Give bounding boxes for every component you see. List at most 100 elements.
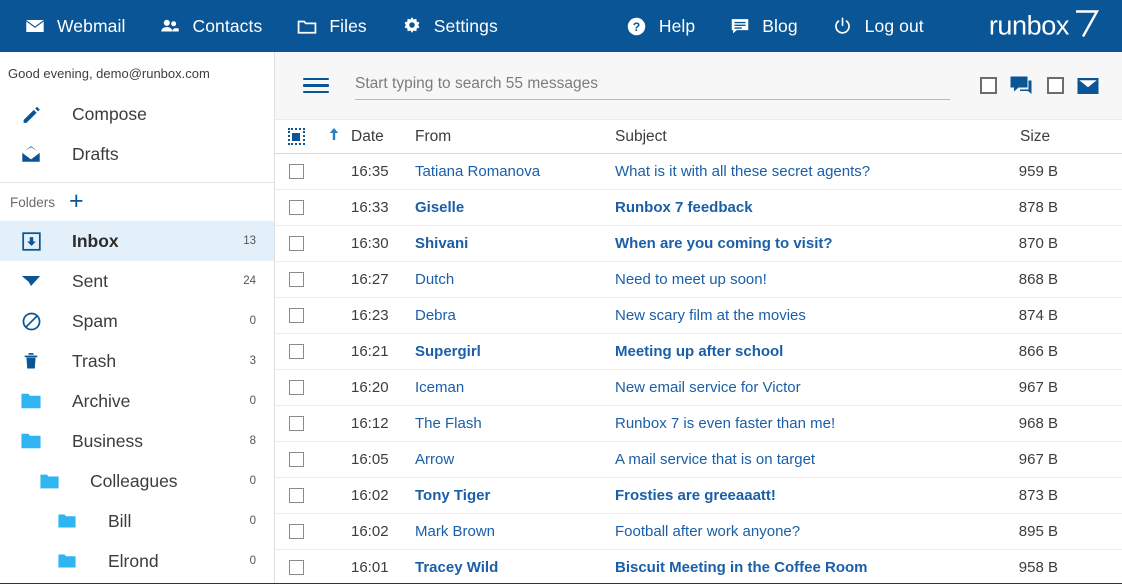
row-subject: Biscuit Meeting in the Coffee Room: [615, 559, 868, 576]
sidebar-item-colleagues[interactable]: Colleagues 0: [0, 461, 274, 501]
search-input[interactable]: [355, 75, 950, 93]
row-checkbox[interactable]: [288, 560, 304, 575]
table-row[interactable]: 16:05 Arrow A mail service that is on ta…: [275, 442, 1122, 478]
help-circle-icon: ?: [626, 15, 648, 37]
column-header-date[interactable]: Date: [351, 128, 415, 146]
nav-item-logout[interactable]: Log out: [832, 15, 924, 37]
table-row[interactable]: 16:21 Supergirl Meeting up after school …: [275, 334, 1122, 370]
row-from: Tracey Wild: [415, 559, 499, 576]
folder-icon: [14, 391, 48, 411]
row-checkbox[interactable]: [288, 416, 304, 431]
nav-item-contacts[interactable]: Contacts: [159, 15, 262, 37]
sidebar-item-compose-label: Compose: [72, 103, 147, 124]
row-checkbox[interactable]: [288, 272, 304, 287]
table-row[interactable]: 16:02 Mark Brown Football after work any…: [275, 514, 1122, 550]
sidebar-item-trash[interactable]: Trash 3: [0, 341, 274, 381]
sidebar-item-drafts-label: Drafts: [72, 143, 119, 164]
folder-icon: [14, 431, 48, 451]
row-checkbox[interactable]: [288, 452, 304, 467]
row-checkbox[interactable]: [288, 200, 304, 215]
sidebar-item-compose[interactable]: Compose: [0, 94, 274, 134]
hamburger-icon[interactable]: [303, 77, 329, 94]
nav-item-files[interactable]: Files: [296, 15, 367, 37]
table-row[interactable]: 16:35 Tatiana Romanova What is it with a…: [275, 154, 1122, 190]
nav-item-help[interactable]: ? Help: [626, 15, 695, 37]
row-checkbox[interactable]: [288, 524, 304, 539]
hamburger-line: [303, 90, 329, 94]
row-checkbox[interactable]: [288, 488, 304, 503]
sidebar-item-inbox[interactable]: Inbox 13: [0, 221, 274, 261]
sidebar-item-elrond[interactable]: Elrond 0: [0, 541, 274, 581]
hamburger-line: [303, 77, 329, 81]
add-folder-button[interactable]: +: [69, 188, 84, 214]
nav-item-webmail[interactable]: Webmail: [24, 15, 125, 37]
runbox-logo[interactable]: runbox: [989, 9, 1100, 44]
select-all-inner: [292, 132, 300, 141]
folder-icon: [50, 552, 84, 570]
table-row[interactable]: 16:23 Debra New scary film at the movies…: [275, 298, 1122, 334]
row-size: 968 B: [1018, 415, 1058, 432]
table-row[interactable]: 16:27 Dutch Need to meet up soon! 868 B: [275, 262, 1122, 298]
row-checkbox[interactable]: [288, 164, 304, 179]
nav-item-webmail-label: Webmail: [57, 15, 126, 36]
row-from: Supergirl: [415, 343, 481, 360]
sidebar-item-business[interactable]: Business 8: [0, 421, 274, 461]
row-time: 16:12: [351, 415, 389, 432]
row-checkbox-cell: [275, 452, 317, 467]
row-checkbox-cell: [275, 236, 317, 251]
unread-filter-checkbox[interactable]: [1047, 77, 1064, 94]
row-checkbox[interactable]: [288, 236, 304, 251]
row-checkbox[interactable]: [288, 308, 304, 323]
conversation-view-checkbox[interactable]: [980, 77, 997, 94]
row-checkbox-cell: [275, 272, 317, 287]
table-row[interactable]: 16:30 Shivani When are you coming to vis…: [275, 226, 1122, 262]
table-row[interactable]: 16:20 Iceman New email service for Victo…: [275, 370, 1122, 406]
secondary-nav-group: ? Help Blog Log out: [626, 15, 958, 37]
sidebar-item-drafts[interactable]: Drafts: [0, 134, 274, 174]
row-size: 873 B: [1018, 487, 1058, 504]
column-header-from[interactable]: From: [415, 128, 615, 146]
nav-item-settings[interactable]: Settings: [401, 15, 498, 37]
table-row[interactable]: 16:01 Tracey Wild Biscuit Meeting in the…: [275, 550, 1122, 583]
sidebar-item-colleagues-label: Colleagues: [90, 470, 178, 491]
row-time: 16:02: [351, 523, 389, 540]
row-time: 16:35: [351, 163, 389, 180]
sidebar-item-trash-count: 3: [249, 355, 256, 367]
sidebar-item-sent[interactable]: Sent 24: [0, 261, 274, 301]
nav-item-blog-label: Blog: [762, 15, 798, 36]
sidebar-item-trash-label: Trash: [72, 350, 117, 371]
row-time: 16:30: [351, 235, 389, 252]
nav-item-blog[interactable]: Blog: [729, 15, 798, 37]
sort-indicator-cell[interactable]: [317, 127, 351, 146]
sidebar-item-elrond-count: 0: [249, 555, 256, 567]
select-all-icon[interactable]: [287, 128, 305, 145]
row-from: Debra: [415, 307, 456, 324]
runbox-webmail-app: Webmail Contacts Files Settings ? Help B…: [0, 0, 1122, 584]
table-row[interactable]: 16:33 Giselle Runbox 7 feedback 878 B: [275, 190, 1122, 226]
table-row[interactable]: 16:12 The Flash Runbox 7 is even faster …: [275, 406, 1122, 442]
sidebar-item-sent-label: Sent: [72, 270, 108, 291]
sidebar-item-bill-count: 0: [249, 515, 256, 527]
column-header-size[interactable]: Size: [1012, 128, 1122, 146]
sidebar-item-bill[interactable]: Bill 0: [0, 501, 274, 541]
row-time: 16:05: [351, 451, 389, 468]
row-size: 895 B: [1018, 523, 1058, 540]
folders-label: Folders: [10, 194, 56, 210]
svg-text:?: ?: [633, 19, 640, 33]
folder-icon: [32, 472, 66, 491]
row-checkbox[interactable]: [288, 380, 304, 395]
row-from: The Flash: [415, 415, 482, 432]
sidebar-item-archive[interactable]: Archive 0: [0, 381, 274, 421]
row-checkbox[interactable]: [288, 344, 304, 359]
power-icon: [832, 15, 854, 37]
nav-item-settings-label: Settings: [433, 15, 498, 36]
sent-icon: [14, 270, 48, 292]
table-row[interactable]: 16:02 Tony Tiger Frosties are greeaaatt!…: [275, 478, 1122, 514]
nav-item-files-label: Files: [329, 15, 367, 36]
sidebar-item-spam[interactable]: Spam 0: [0, 301, 274, 341]
column-header-subject[interactable]: Subject: [615, 128, 1012, 146]
primary-nav-group: Webmail Contacts Files Settings: [24, 15, 532, 37]
row-subject: Meeting up after school: [615, 343, 784, 360]
chat-bubble-icon[interactable]: [1009, 75, 1033, 97]
envelope-icon[interactable]: [1076, 76, 1100, 96]
